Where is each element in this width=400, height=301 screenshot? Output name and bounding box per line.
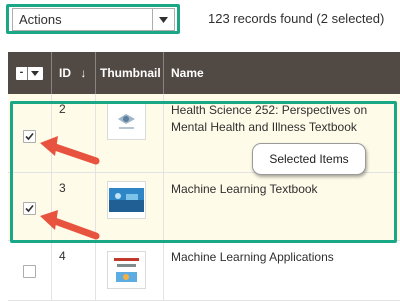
selected-items-callout: Selected Items — [252, 143, 366, 175]
row-id: 4 — [59, 249, 66, 263]
row-checkbox[interactable] — [23, 265, 36, 278]
actions-dropdown[interactable]: Actions — [12, 8, 175, 31]
table-row[interactable]: 4 Machine Learning Applications — [8, 241, 400, 301]
row-name: Machine Learning Applications — [171, 250, 334, 264]
column-header-thumbnail[interactable]: Thumbnail — [100, 52, 161, 94]
column-header-id[interactable]: ID ↓ — [59, 52, 86, 94]
mass-select-checkbox[interactable]: - — [16, 67, 28, 80]
column-header-name[interactable]: Name — [171, 52, 204, 94]
arrow-down-icon: ↓ — [80, 66, 87, 80]
thumbnail-image[interactable] — [107, 251, 146, 289]
chevron-down-icon[interactable] — [28, 67, 42, 80]
column-divider — [51, 52, 52, 94]
column-divider — [95, 52, 96, 94]
column-divider — [95, 241, 96, 300]
mass-select-control[interactable]: - — [16, 67, 43, 80]
records-found-text: 123 records found (2 selected) — [208, 11, 385, 26]
column-header-id-label: ID — [59, 66, 71, 80]
actions-dropdown-label: Actions — [19, 12, 62, 27]
column-divider — [51, 241, 52, 300]
chevron-down-icon[interactable] — [152, 9, 174, 30]
column-divider — [163, 52, 164, 94]
grid-header: - ID ↓ Thumbnail Name — [8, 52, 400, 94]
column-divider — [163, 241, 164, 300]
